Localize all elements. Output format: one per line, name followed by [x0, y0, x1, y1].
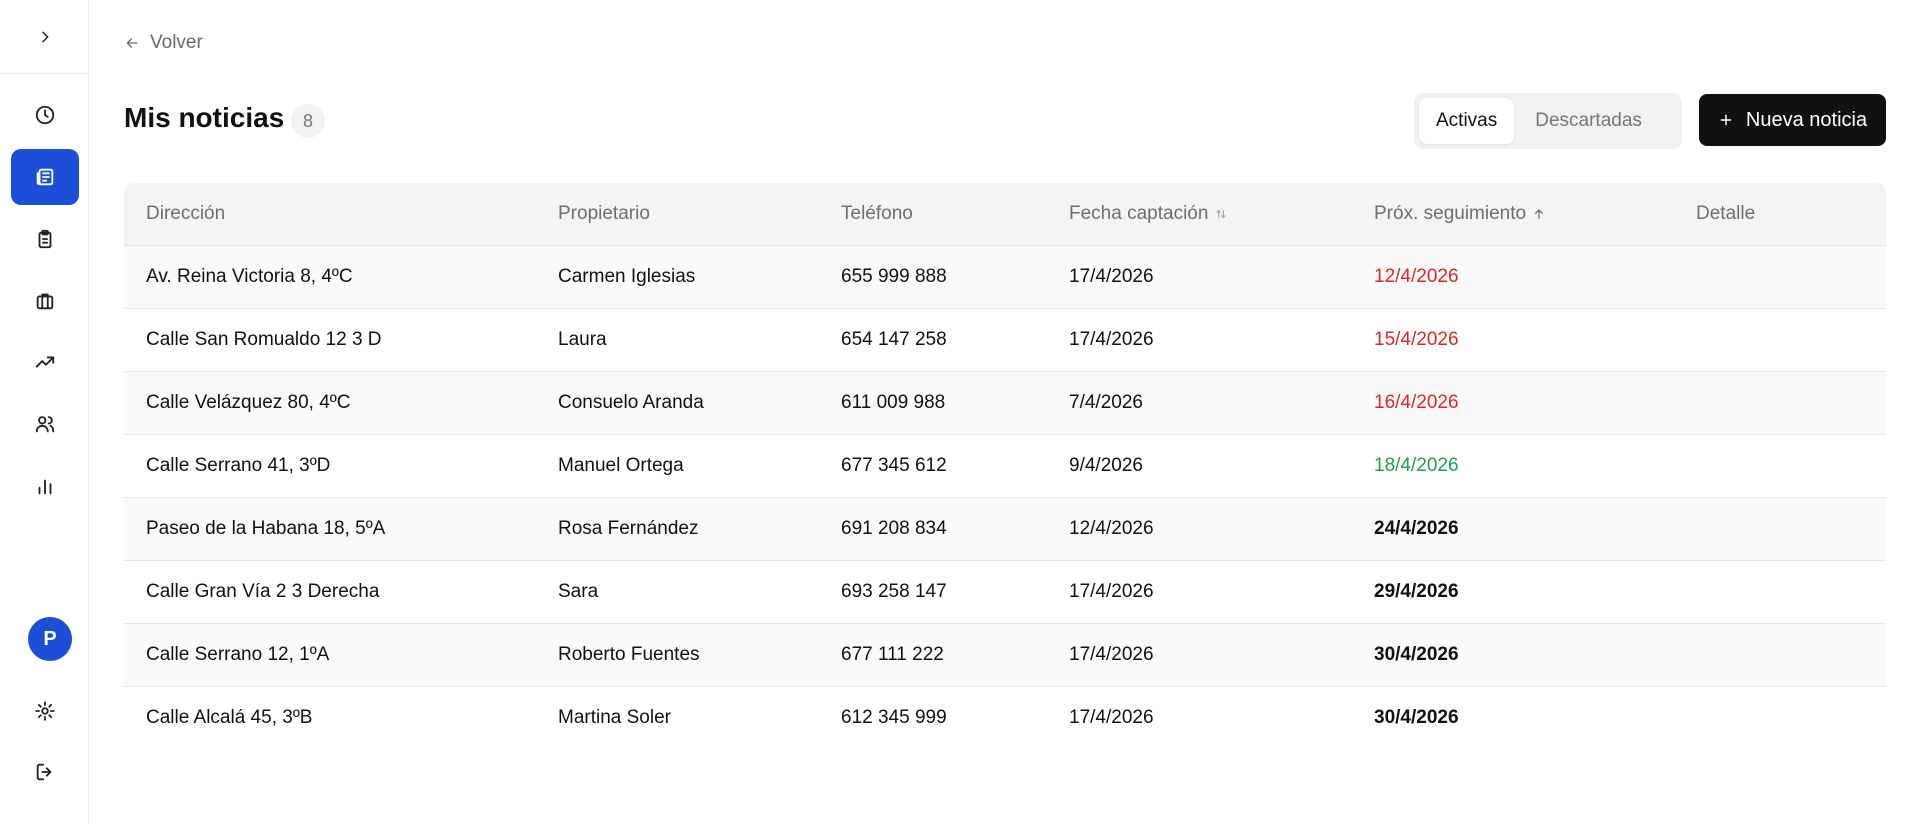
gear-icon — [35, 701, 55, 721]
cell-owner: Roberto Fuentes — [558, 644, 700, 665]
cell-phone: 693 258 147 — [841, 581, 947, 602]
new-news-label: Nueva noticia — [1745, 108, 1868, 131]
cell-address: Calle Serrano 41, 3ºD — [146, 455, 331, 476]
cell-owner: Carmen Iglesias — [558, 266, 696, 287]
table-row[interactable]: Calle Serrano 12, 1ºA Roberto Fuentes 67… — [124, 624, 1886, 687]
cell-address: Calle Serrano 12, 1ºA — [146, 644, 330, 665]
cell-phone: 611 009 988 — [841, 392, 946, 413]
plus-icon — [1720, 114, 1732, 126]
cell-capture-date: 17/4/2026 — [1069, 581, 1154, 602]
cell-next-followup: 15/4/2026 — [1374, 329, 1459, 350]
cell-address: Av. Reina Victoria 8, 4ºC — [146, 266, 353, 287]
cell-phone: 612 345 999 — [841, 707, 947, 728]
cell-next-followup: 18/4/2026 — [1374, 455, 1459, 476]
count-badge: 8 — [291, 104, 325, 138]
cell-phone: 654 147 258 — [841, 329, 947, 350]
back-label: Volver — [150, 32, 203, 53]
table-row[interactable]: Calle Velázquez 80, 4ºC Consuelo Aranda … — [124, 372, 1886, 435]
cell-owner: Sara — [558, 581, 599, 602]
logout-icon — [36, 763, 52, 781]
column-header-address[interactable]: Dirección — [146, 183, 225, 245]
cell-address: Paseo de la Habana 18, 5ºA — [146, 518, 386, 539]
sidebar-item-stats[interactable] — [11, 458, 79, 514]
page-title: Mis noticias — [124, 102, 285, 133]
sidebar-item-settings[interactable] — [11, 683, 79, 739]
cell-capture-date: 17/4/2026 — [1069, 329, 1154, 350]
segment-discarded[interactable]: Descartadas — [1518, 98, 1659, 144]
table-row[interactable]: Calle San Romualdo 12 3 D Laura 654 147 … — [124, 309, 1886, 372]
cell-next-followup: 12/4/2026 — [1374, 266, 1459, 287]
cell-next-followup: 30/4/2026 — [1374, 707, 1459, 728]
news-table: Dirección Propietario Teléfono Fecha cap… — [124, 183, 1886, 749]
table-row[interactable]: Paseo de la Habana 18, 5ºA Rosa Fernánde… — [124, 498, 1886, 561]
sidebar-expand-button[interactable] — [0, 0, 89, 74]
bar-chart-icon — [38, 479, 52, 495]
column-header-capture-date[interactable]: Fecha captación — [1069, 183, 1228, 245]
cell-owner: Rosa Fernández — [558, 518, 699, 539]
chevron-right-icon — [41, 31, 48, 42]
newspaper-icon — [36, 168, 54, 186]
cell-owner: Consuelo Aranda — [558, 392, 704, 413]
new-news-button[interactable]: Nueva noticia — [1699, 94, 1886, 146]
sidebar-item-news[interactable] — [11, 149, 79, 205]
sidebar-item-trends[interactable] — [11, 334, 79, 390]
cell-address: Calle Gran Vía 2 3 Derecha — [146, 581, 380, 602]
cell-next-followup: 16/4/2026 — [1374, 392, 1459, 413]
cell-address: Calle Alcalá 45, 3ºB — [146, 707, 313, 728]
avatar-initial: P — [43, 627, 57, 650]
cell-capture-date: 17/4/2026 — [1069, 644, 1154, 665]
avatar[interactable]: P — [28, 617, 72, 661]
cell-owner: Martina Soler — [558, 707, 671, 728]
table-row[interactable]: Calle Alcalá 45, 3ºB Martina Soler 612 3… — [124, 687, 1886, 749]
back-link[interactable]: Volver — [124, 32, 203, 54]
sort-icon — [1216, 209, 1227, 219]
cell-next-followup: 24/4/2026 — [1374, 518, 1459, 539]
column-header-detail: Detalle — [1696, 203, 1756, 224]
table-row[interactable]: Calle Gran Vía 2 3 Derecha Sara 693 258 … — [124, 561, 1886, 624]
sidebar-item-tasks[interactable] — [11, 211, 79, 267]
cell-owner: Laura — [558, 329, 607, 350]
briefcase-icon — [36, 293, 54, 310]
cell-address: Calle San Romualdo 12 3 D — [146, 329, 382, 350]
clock-icon — [35, 105, 55, 125]
arrow-left-icon — [126, 38, 138, 48]
cell-capture-date: 9/4/2026 — [1069, 455, 1143, 476]
cell-phone: 677 111 222 — [841, 644, 944, 665]
status-segmented-control: Activas Descartadas — [1414, 93, 1682, 149]
sidebar-item-contacts[interactable] — [11, 396, 79, 452]
cell-capture-date: 17/4/2026 — [1069, 266, 1154, 287]
column-header-owner[interactable]: Propietario — [558, 183, 650, 245]
sidebar: P — [0, 0, 89, 824]
cell-phone: 691 208 834 — [841, 518, 947, 539]
column-header-phone[interactable]: Teléfono — [841, 183, 913, 245]
cell-next-followup: 30/4/2026 — [1374, 644, 1459, 665]
cell-phone: 677 345 612 — [841, 455, 947, 476]
users-icon — [35, 416, 55, 433]
arrow-up-icon — [1534, 209, 1544, 219]
cell-owner: Manuel Ortega — [558, 455, 684, 476]
segment-active[interactable]: Activas — [1419, 98, 1515, 144]
cell-phone: 655 999 888 — [841, 266, 947, 287]
cell-address: Calle Velázquez 80, 4ºC — [146, 392, 351, 413]
cell-capture-date: 12/4/2026 — [1069, 518, 1154, 539]
cell-capture-date: 17/4/2026 — [1069, 707, 1154, 728]
sidebar-item-portfolio[interactable] — [11, 273, 79, 329]
column-header-next-followup[interactable]: Próx. seguimiento — [1374, 183, 1546, 245]
clipboard-icon — [38, 229, 52, 249]
table-header: Dirección Propietario Teléfono Fecha cap… — [124, 183, 1886, 246]
cell-next-followup: 29/4/2026 — [1374, 581, 1459, 602]
sidebar-item-logout[interactable] — [11, 744, 79, 800]
table-row[interactable]: Calle Serrano 41, 3ºD Manuel Ortega 677 … — [124, 435, 1886, 498]
cell-capture-date: 7/4/2026 — [1069, 392, 1143, 413]
trending-up-icon — [35, 356, 55, 368]
table-row[interactable]: Av. Reina Victoria 8, 4ºC Carmen Iglesia… — [124, 246, 1886, 309]
sidebar-item-history[interactable] — [11, 87, 79, 143]
